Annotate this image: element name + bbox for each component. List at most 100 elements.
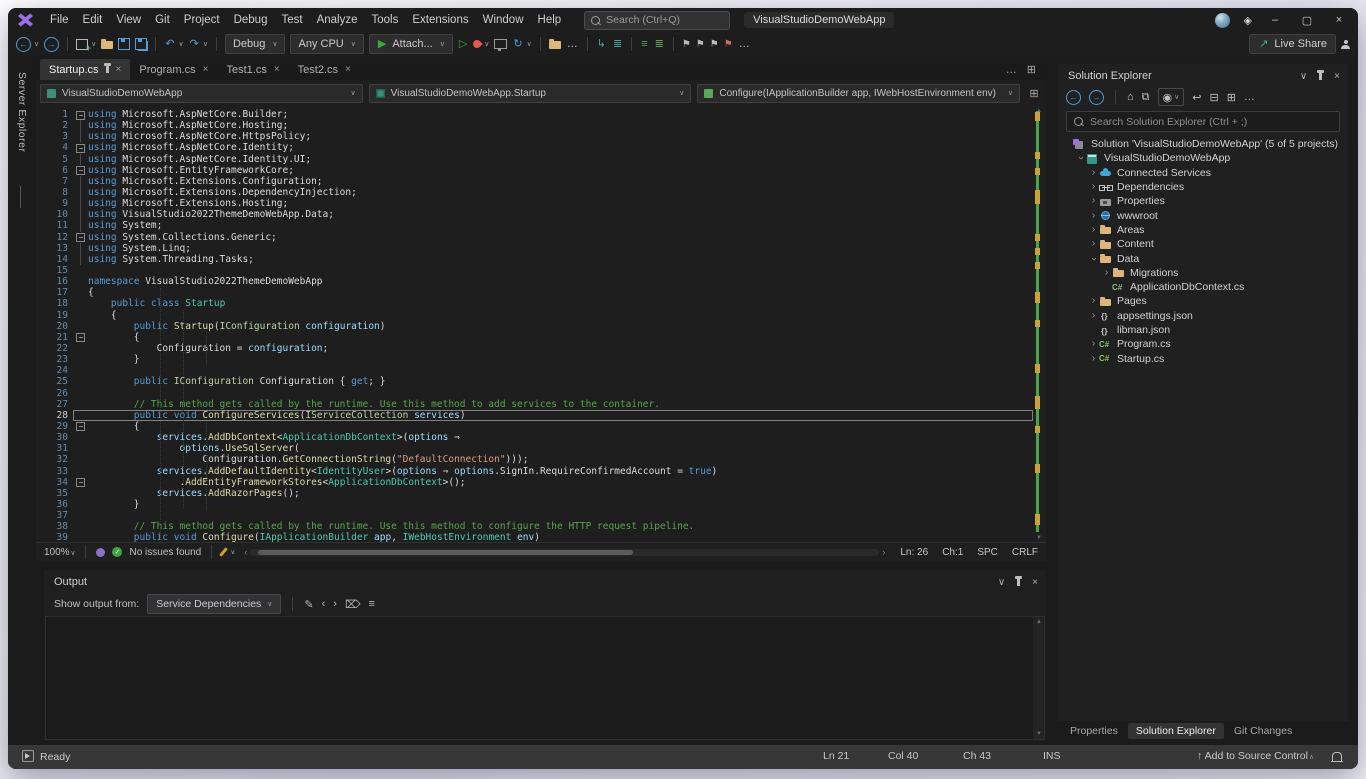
- tree-chevron-icon[interactable]: ›: [1088, 168, 1099, 178]
- code-line[interactable]: 30 services.AddDbContext<ApplicationDbCo…: [36, 432, 1033, 443]
- solution-explorer-search-input[interactable]: Search Solution Explorer (Ctrl + ;): [1066, 111, 1340, 132]
- indent-lines-icon[interactable]: ≡: [640, 39, 648, 50]
- panel-tab-git-changes[interactable]: Git Changes: [1226, 723, 1300, 739]
- navigate-forward-icon[interactable]: →: [44, 37, 59, 52]
- code-editor[interactable]: 1using Microsoft.AspNetCore.Builder;2usi…: [36, 106, 1046, 542]
- code-cleanup-caret[interactable]: ∨: [230, 548, 235, 556]
- fold-margin[interactable]: [73, 376, 88, 387]
- menu-item-edit[interactable]: Edit: [76, 13, 110, 27]
- scroll-down-icon[interactable]: ▼: [1036, 535, 1042, 541]
- menu-item-git[interactable]: Git: [148, 13, 177, 27]
- code-line[interactable]: 9using Microsoft.Extensions.Hosting;: [36, 198, 1033, 209]
- menu-item-test[interactable]: Test: [274, 13, 309, 27]
- code-line[interactable]: 28 public void ConfigureServices(IServic…: [36, 410, 1033, 421]
- se-collapse-icon[interactable]: ∨: [1300, 71, 1307, 82]
- platform-dropdown[interactable]: Any CPU ∨: [290, 34, 363, 54]
- menu-item-help[interactable]: Help: [531, 13, 569, 27]
- fold-margin[interactable]: [73, 209, 88, 220]
- fold-margin[interactable]: [73, 154, 88, 165]
- code-line[interactable]: 18 public class Startup: [36, 298, 1033, 309]
- fold-margin[interactable]: [73, 131, 88, 142]
- hscroll-thumb[interactable]: [258, 550, 633, 555]
- code-line[interactable]: 2using Microsoft.AspNetCore.Hosting;: [36, 120, 1033, 131]
- format-document-icon[interactable]: ≣: [654, 39, 665, 50]
- code-line[interactable]: 5using Microsoft.AspNetCore.Identity.UI;: [36, 154, 1033, 165]
- word-wrap-icon[interactable]: ≡: [369, 598, 375, 610]
- code-cleanup-icon[interactable]: [219, 547, 228, 557]
- code-line[interactable]: 31 options.UseSqlServer(: [36, 443, 1033, 454]
- tree-item-content[interactable]: ›Content: [1058, 237, 1348, 251]
- code-line[interactable]: 25 public IConfiguration Configuration {…: [36, 376, 1033, 387]
- status-char[interactable]: Ch 43: [963, 750, 991, 762]
- status-line[interactable]: Ln 21: [823, 750, 849, 762]
- hot-reload-caret[interactable]: ∨: [484, 40, 489, 48]
- minimize-button[interactable]: –: [1266, 14, 1284, 26]
- save-icon[interactable]: [118, 38, 130, 50]
- code-line[interactable]: 24: [36, 365, 1033, 376]
- document-tab-program-cs[interactable]: Program.cs×: [130, 59, 217, 80]
- code-line[interactable]: 27 // This method gets called by the run…: [36, 399, 1033, 410]
- code-line[interactable]: 37: [36, 510, 1033, 521]
- fold-margin[interactable]: [73, 165, 88, 176]
- user-avatar[interactable]: [1215, 13, 1230, 28]
- toolbar-overflow-icon[interactable]: …: [566, 39, 579, 50]
- fold-margin[interactable]: [73, 432, 88, 443]
- redo-icon[interactable]: ↷: [189, 39, 200, 50]
- tree-item-appsettings-json[interactable]: ›appsettings.json: [1058, 309, 1348, 323]
- tree-chevron-icon[interactable]: ›: [1088, 354, 1099, 364]
- feedback-icon[interactable]: ◈: [1244, 14, 1252, 27]
- line-ending-indicator[interactable]: CRLF: [1012, 547, 1038, 558]
- code-line[interactable]: 17{: [36, 287, 1033, 298]
- start-without-debugging-icon[interactable]: ▷: [458, 39, 468, 50]
- fold-margin[interactable]: [73, 388, 88, 399]
- menu-item-window[interactable]: Window: [476, 13, 531, 27]
- se-switch-views-icon[interactable]: ⧉: [1142, 91, 1150, 104]
- fold-margin[interactable]: [73, 410, 88, 421]
- se-scope-dropdown[interactable]: ◉ ∨: [1158, 88, 1185, 106]
- output-collapse-icon[interactable]: ∨: [998, 577, 1005, 588]
- clear-all-icon[interactable]: ⌦: [345, 598, 361, 611]
- toggle-bookmark-icon[interactable]: ⚑: [682, 39, 691, 50]
- code-line[interactable]: 22 Configuration = configuration;: [36, 343, 1033, 354]
- se-close-icon[interactable]: ×: [1334, 71, 1340, 82]
- redo-caret[interactable]: ∨: [203, 40, 208, 48]
- tree-chevron-icon[interactable]: ›: [1088, 311, 1099, 321]
- fold-margin[interactable]: [73, 265, 88, 276]
- prev-bookmark-icon[interactable]: ⚑: [696, 39, 705, 50]
- code-line[interactable]: 7using Microsoft.Extensions.Configuratio…: [36, 176, 1033, 187]
- scroll-left-icon[interactable]: ‹: [244, 547, 247, 557]
- fold-margin[interactable]: [73, 298, 88, 309]
- code-line[interactable]: 23 }: [36, 354, 1033, 365]
- se-back-icon[interactable]: ←: [1066, 90, 1081, 105]
- tab-close-icon[interactable]: ×: [203, 64, 209, 75]
- scroll-right-icon[interactable]: ›: [882, 547, 885, 557]
- fold-margin[interactable]: [73, 466, 88, 477]
- code-line[interactable]: 35 services.AddRazorPages();: [36, 488, 1033, 499]
- output-scroll-down-icon[interactable]: ▼: [1036, 731, 1042, 737]
- next-message-icon[interactable]: ›: [333, 598, 337, 610]
- se-collapse-all-icon[interactable]: ⊟: [1209, 91, 1218, 104]
- code-line[interactable]: 14using System.Threading.Tasks;: [36, 254, 1033, 265]
- new-project-icon[interactable]: [76, 39, 88, 50]
- char-indicator[interactable]: Ch:1: [942, 547, 963, 558]
- fold-margin[interactable]: [73, 243, 88, 254]
- se-forward-icon[interactable]: →: [1089, 90, 1104, 105]
- document-tab-test1-cs[interactable]: Test1.cs×: [217, 59, 288, 80]
- code-line[interactable]: 12using System.Collections.Generic;: [36, 232, 1033, 243]
- tree-item-startup-cs[interactable]: ›Startup.cs: [1058, 351, 1348, 365]
- maximize-button[interactable]: ▢: [1298, 14, 1316, 27]
- code-line[interactable]: 3using Microsoft.AspNetCore.HttpsPolicy;: [36, 131, 1033, 142]
- fold-margin[interactable]: [73, 120, 88, 131]
- fold-margin[interactable]: [73, 343, 88, 354]
- send-feedback-icon[interactable]: [1341, 40, 1350, 49]
- tab-close-icon[interactable]: ×: [274, 64, 280, 75]
- code-line[interactable]: 32 Configuration.GetConnectionString("De…: [36, 454, 1033, 465]
- fold-margin[interactable]: [73, 187, 88, 198]
- document-health-icon[interactable]: [96, 548, 105, 557]
- tree-chevron-icon[interactable]: ›: [1088, 296, 1099, 306]
- next-bookmark-icon[interactable]: ⚑: [710, 39, 719, 50]
- code-line[interactable]: 33 services.AddDefaultIdentity<IdentityU…: [36, 466, 1033, 477]
- find-message-icon[interactable]: ✎: [304, 598, 313, 611]
- tab-pin-icon[interactable]: [106, 66, 109, 73]
- restart-icon[interactable]: ↻: [512, 39, 523, 50]
